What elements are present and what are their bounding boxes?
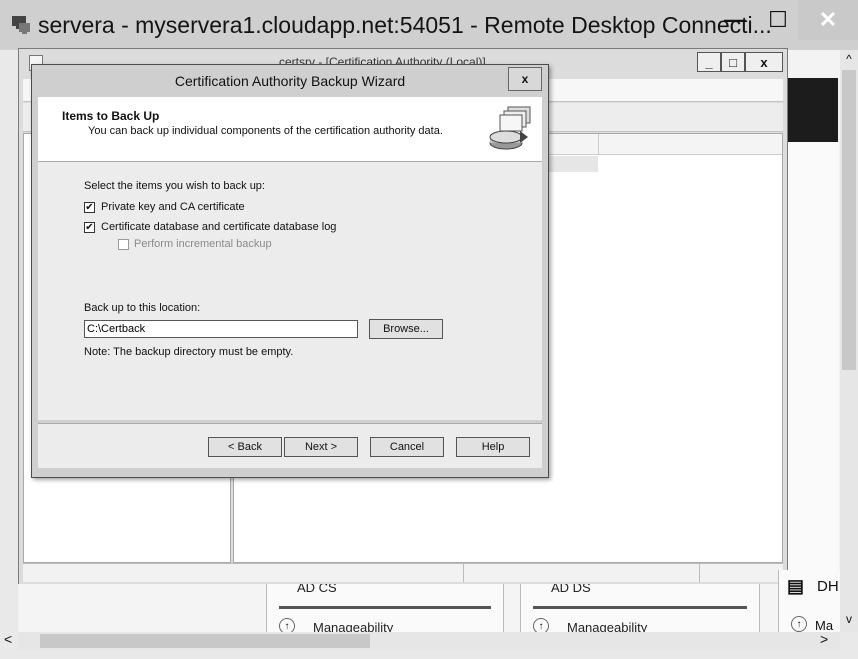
wizard-subheading: You can back up individual components of…: [88, 125, 443, 137]
status-divider: [699, 564, 700, 582]
private-key-checkbox[interactable]: ✔: [84, 202, 95, 213]
rdp-minimize-button[interactable]: —: [714, 0, 756, 40]
scroll-up-arrow-icon[interactable]: ^: [840, 52, 858, 68]
arrow-up-icon: ↑: [533, 618, 549, 632]
horizontal-scroll-thumb[interactable]: [40, 634, 370, 648]
wizard-body: Select the items you wish to back up: ✔ …: [38, 162, 542, 420]
help-button[interactable]: Help: [456, 437, 530, 457]
rdp-close-button[interactable]: ✕: [798, 0, 858, 40]
location-label: Back up to this location:: [84, 302, 201, 314]
tile-heading: AD DS: [551, 584, 591, 595]
cert-database-checkbox[interactable]: ✔: [84, 222, 95, 233]
back-button[interactable]: < Back: [208, 437, 282, 457]
status-bar: [23, 563, 783, 582]
backup-icon: [489, 106, 531, 150]
incremental-backup-label: Perform incremental backup: [134, 238, 272, 250]
wizard-title: Certification Authority Backup Wizard: [174, 73, 406, 89]
tile-manageability-label[interactable]: Manageability: [567, 620, 647, 632]
vertical-scroll-thumb[interactable]: [842, 70, 856, 370]
status-divider: [463, 564, 464, 582]
certsrv-minimize-button[interactable]: _: [697, 52, 721, 72]
rdp-window-title: servera - myservera1.cloudapp.net:54051 …: [38, 12, 772, 38]
tile-manageability-label[interactable]: Manageability: [313, 620, 393, 632]
minimize-icon: —: [724, 7, 746, 32]
private-key-label[interactable]: Private key and CA certificate: [101, 201, 245, 213]
select-items-label: Select the items you wish to back up:: [84, 180, 265, 192]
browse-button[interactable]: Browse...: [369, 319, 443, 339]
tile-ad-cs[interactable]: AD CS ↑ Manageability: [266, 584, 504, 632]
tile-divider: [533, 606, 747, 609]
server-manager-right-panel: [786, 142, 839, 582]
cancel-button[interactable]: Cancel: [370, 437, 444, 457]
certsrv-maximize-button[interactable]: □: [721, 52, 745, 72]
tile-dhcp[interactable]: ▤ DH ↑ Ma: [778, 570, 842, 632]
scroll-left-arrow-icon[interactable]: <: [4, 631, 12, 647]
arrow-up-icon: ↑: [791, 616, 807, 632]
close-icon: ✕: [818, 7, 838, 32]
remote-desktop-icon: [12, 16, 30, 34]
column-divider[interactable]: [598, 134, 599, 154]
maximize-icon: ☐: [768, 7, 788, 32]
certsrv-close-button[interactable]: x: [745, 52, 783, 72]
tile-manageability-label[interactable]: Ma: [815, 618, 833, 632]
scroll-right-arrow-icon[interactable]: >: [820, 631, 828, 647]
wizard-close-button[interactable]: x: [508, 67, 542, 91]
rdp-maximize-button[interactable]: ☐: [758, 0, 798, 40]
tile-heading: DH: [817, 578, 839, 595]
backup-note: Note: The backup directory must be empty…: [84, 346, 294, 358]
server-icon: ▤: [787, 576, 805, 596]
cert-database-label[interactable]: Certificate database and certificate dat…: [101, 221, 336, 233]
tile-ad-ds[interactable]: AD DS ↑ Manageability: [520, 584, 760, 632]
wizard-header: Items to Back Up You can back up individ…: [38, 97, 542, 162]
scroll-down-arrow-icon[interactable]: v: [840, 612, 858, 628]
tile-divider: [279, 606, 491, 609]
wizard-heading: Items to Back Up: [62, 109, 160, 123]
incremental-backup-checkbox: [118, 239, 129, 250]
arrow-up-icon: ↑: [279, 618, 295, 632]
server-manager-dark-panel: [786, 78, 838, 142]
tile-heading: AD CS: [297, 584, 337, 595]
backup-location-input[interactable]: [84, 320, 358, 338]
next-button[interactable]: Next >: [284, 437, 358, 457]
backup-wizard-dialog: Certification Authority Backup Wizard x …: [31, 64, 549, 478]
wizard-footer: < Back Next > Cancel Help: [38, 424, 542, 468]
